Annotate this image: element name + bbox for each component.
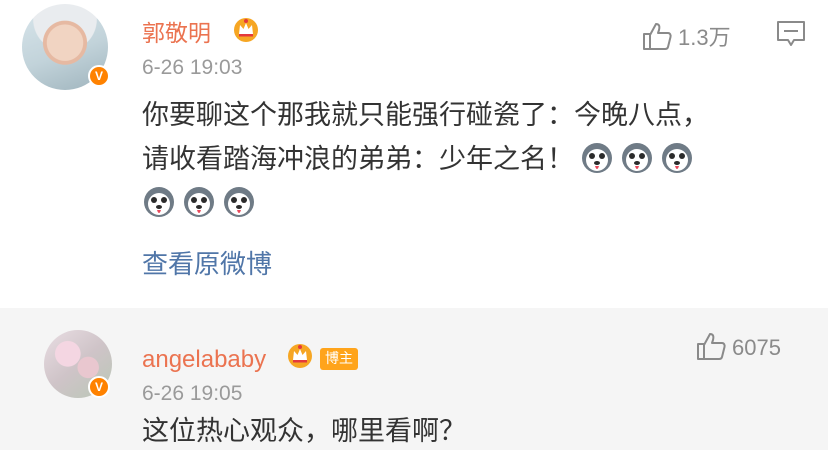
host-badge: 博主 xyxy=(320,348,358,370)
husky-emoji-icon xyxy=(622,143,652,173)
username[interactable]: 郭敬明 xyxy=(142,14,211,48)
like-count: 1.3万 xyxy=(678,25,731,50)
crown-icon xyxy=(234,18,258,42)
view-original-post-link[interactable]: 查看原微博 xyxy=(142,244,272,281)
comment-content: 你要聊这个那我就只能强行碰瓷了：今晚八点， 请收看踏海冲浪的弟弟：少年之名！ xyxy=(142,94,782,226)
comment-item: V angelababy 博主 6-26 19:05 6075 这位热心观众，哪… xyxy=(0,308,828,450)
husky-emoji-icon xyxy=(582,143,612,173)
crown-icon xyxy=(288,344,312,368)
comment-content: 这位热心观众，哪里看啊？ xyxy=(142,416,466,447)
husky-emoji-icon xyxy=(662,143,692,173)
like-count: 6075 xyxy=(732,335,781,360)
comment-text-line1: 你要聊这个那我就只能强行碰瓷了：今晚八点， xyxy=(142,100,709,131)
reply-comment-icon[interactable] xyxy=(776,20,806,48)
husky-emoji-icon xyxy=(144,187,174,217)
like-button[interactable]: 6075 xyxy=(696,332,781,361)
husky-emoji-icon xyxy=(184,187,214,217)
comment-text-line2: 请收看踏海冲浪的弟弟：少年之名！ xyxy=(142,144,574,175)
verified-badge-icon: V xyxy=(88,65,110,87)
comment-time: 6-26 19:03 xyxy=(142,56,243,79)
comment-item: V 郭敬明 6-26 19:03 1.3万 你要聊这个那我就只能强行碰瓷了：今晚… xyxy=(0,0,828,308)
husky-emoji-icon xyxy=(224,187,254,217)
username[interactable]: angelababy xyxy=(142,346,266,374)
comment-time: 6-26 19:05 xyxy=(142,382,243,405)
thumbs-up-icon xyxy=(697,333,726,360)
like-button[interactable]: 1.3万 xyxy=(642,20,731,52)
thumbs-up-icon xyxy=(643,23,672,50)
verified-badge-icon: V xyxy=(88,376,110,398)
